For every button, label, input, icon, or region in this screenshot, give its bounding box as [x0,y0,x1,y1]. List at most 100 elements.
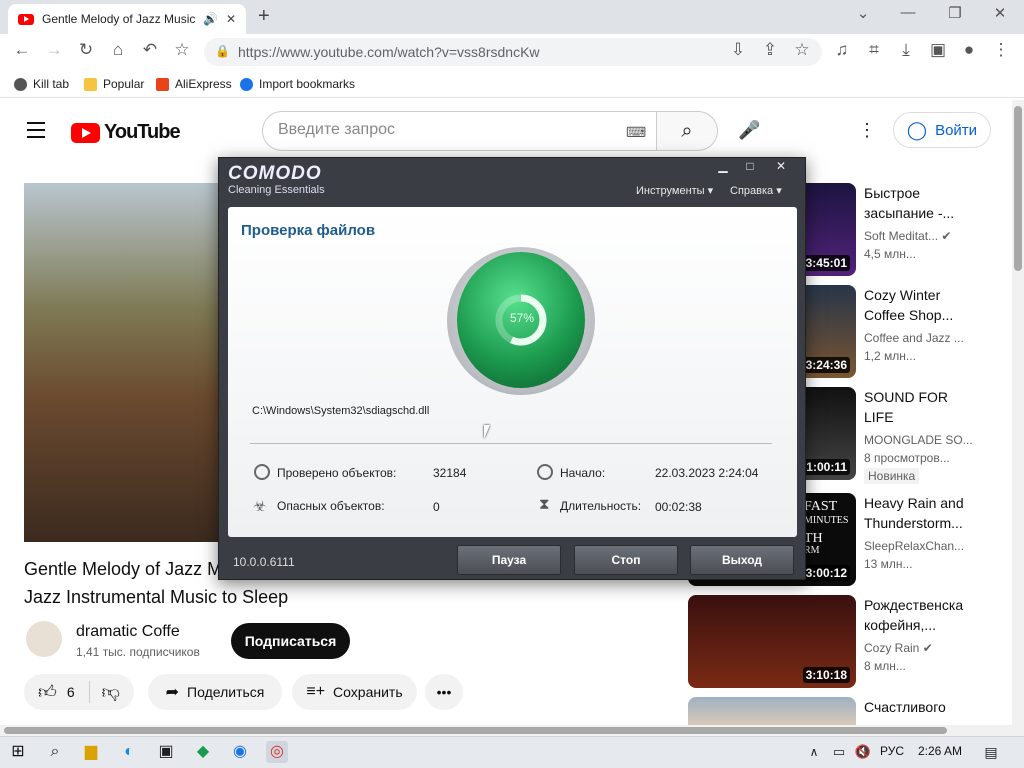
stop-button[interactable]: Стоп [574,545,678,575]
notifications-icon[interactable]: ▤ [980,741,1002,763]
youtube-play-icon [71,122,100,143]
lock-icon[interactable]: 🔒 [215,44,230,58]
progress-percent: 57% [509,311,535,325]
edge-icon[interactable]: ◐ [118,741,140,763]
search-placeholder: Введите запрос [278,121,395,138]
settings-dots-icon[interactable]: ⋮ [858,120,876,141]
cleaning-essentials-taskbar-icon[interactable]: ◎ [266,741,288,763]
new-tab-icon[interactable]: + [258,5,270,28]
comodo-close-icon[interactable]: ✕ [770,159,792,173]
chrome-icon[interactable]: ◉ [229,741,251,763]
profile-icon[interactable]: ● [958,40,980,60]
sidebar-title-5[interactable]: Рождественска кофейня,... [864,595,968,635]
exit-button[interactable]: Выход [690,545,794,575]
sidebar-title-6[interactable]: Счастливого [864,697,968,717]
bookmark-popular[interactable]: Popular [84,77,144,91]
sidebar-title-1[interactable]: Быстрое засыпание -... [864,183,968,223]
like-button[interactable]: 👍︎ 6 [38,681,90,703]
close-tab-icon[interactable]: ✕ [226,12,236,26]
thumbs-down-icon: 👎︎ [101,682,120,702]
start-value: 22.03.2023 2:24:04 [655,466,759,480]
horizontal-scroll-thumb[interactable] [4,727,947,734]
sidebar-channel-2[interactable]: Coffee and Jazz ... [864,331,964,345]
sidebar-views-5: 8 млн... [864,659,906,673]
comodo-minimize-icon[interactable]: ▁ [712,159,734,173]
home-icon[interactable]: ⌂ [107,40,129,60]
menu-help[interactable]: Справка ▾ [730,184,782,197]
windows-start-icon[interactable]: ⊞ [7,741,29,763]
microphone-icon[interactable]: 🎤 [738,120,760,141]
hamburger-menu-icon[interactable] [27,122,45,143]
comodo-logo: COMODO [228,163,322,184]
menu-tools[interactable]: Инструменты ▾ [636,184,713,197]
current-file-path: C:\Windows\System32\sdiagschd.dll [252,405,430,417]
youtube-favicon-icon [18,13,34,25]
sidebar-views-2: 1,2 млн... [864,349,916,363]
channel-name[interactable]: dramatic Coffe [76,623,180,641]
bookmark-kill-tab[interactable]: Kill tab [14,77,69,91]
login-button[interactable]: ◯ Войти [893,112,991,148]
sidebar-channel-4[interactable]: SleepRelaxChan... [864,539,964,553]
url-text[interactable]: https://www.youtube.com/watch?v=vss8rsdn… [238,44,540,60]
sidebar-channel-5[interactable]: Cozy Rain ✔ [864,641,933,655]
star-icon[interactable]: ☆ [791,40,813,60]
sidebar-views-4: 13 млн... [864,557,913,571]
close-window-icon[interactable]: ✕ [990,4,1010,22]
channel-subscribers: 1,41 тыс. подписчиков [76,645,200,659]
tab-search-icon[interactable]: ⌄ [853,4,873,22]
video-title-line2: Jazz Instrumental Music to Sleep [24,587,289,607]
browser-tab[interactable]: Gentle Melody of Jazz Music in 🔊 ✕ [8,4,246,34]
crop-icon[interactable]: ⌗ [863,40,885,60]
dangerous-label: Опасных объектов: [277,499,385,513]
verified-icon: ✔ [941,229,952,243]
restore-icon[interactable]: ❐ [945,4,965,22]
undo-icon[interactable]: ↶ [139,40,161,60]
media-controls-icon[interactable]: ♫ [831,40,853,60]
youtube-logo[interactable]: YouTube [71,121,181,144]
dislike-button[interactable]: 👎︎ [98,681,120,703]
tray-chevron-icon[interactable]: ∧ [803,741,825,763]
comodo-maximize-icon[interactable]: □ [739,159,761,173]
sidebar-title-2[interactable]: Cozy Winter Coffee Shop... [864,285,968,325]
minimize-icon[interactable]: — [898,4,918,21]
store-icon[interactable]: ▣ [155,741,177,763]
more-actions-button[interactable]: ••• [425,674,463,710]
subscribe-button[interactable]: Подписаться [231,623,350,659]
sidebar-channel-3[interactable]: MOONGLADE SO... [864,433,973,447]
sidepanel-icon[interactable]: ▣ [927,40,949,60]
install-icon[interactable]: ⇩ [727,40,749,60]
back-icon[interactable]: ← [11,40,33,60]
taskbar-clock[interactable]: 2:26 AM [918,744,962,758]
share-button[interactable]: ➦ Поделиться [148,674,282,710]
save-button[interactable]: ≡+ Сохранить [292,674,417,710]
volume-muted-icon[interactable]: 🔇 [852,741,874,763]
sidebar-title-4[interactable]: Heavy Rain and Thunderstorm... [864,493,968,533]
sidebar-title-3[interactable]: SOUND FOR LIFE [864,387,968,427]
comodo-taskbar-icon[interactable]: ◆ [192,741,214,763]
bookmark-import[interactable]: Import bookmarks [240,77,355,91]
file-explorer-icon[interactable]: ▆ [80,741,102,763]
pause-button[interactable]: Пауза [457,545,561,575]
speaker-icon[interactable]: 🔊 [203,12,218,26]
channel-avatar[interactable] [26,621,62,657]
new-badge: Новинка [864,468,920,484]
download-icon[interactable]: ⤓ [895,40,917,60]
video-player[interactable] [24,183,224,542]
forward-icon[interactable]: → [43,40,65,60]
bookmark-aliexpress[interactable]: AliExpress [156,77,232,91]
sidebar-channel-1[interactable]: Soft Meditat... ✔ [864,229,951,243]
taskbar-search-icon[interactable]: ⌕ [44,741,66,763]
keyboard-icon[interactable]: ⌨ [626,124,646,141]
reload-icon[interactable]: ↻ [75,40,97,60]
bookmark-star-icon[interactable]: ☆ [171,40,193,60]
language-indicator[interactable]: РУС [880,744,904,758]
gear-icon [240,77,253,91]
vertical-scroll-thumb[interactable] [1014,106,1022,271]
search-button[interactable]: ⌕ [656,111,718,151]
bookmarks-bar [0,70,1024,98]
network-icon[interactable]: ▭ [828,741,850,763]
sidebar-thumb-5[interactable]: 3:10:18 [688,595,856,688]
menu-icon[interactable]: ⋮ [990,40,1012,60]
share-icon[interactable]: ⇪ [759,40,781,60]
sidebar-thumb-6[interactable] [688,697,856,725]
